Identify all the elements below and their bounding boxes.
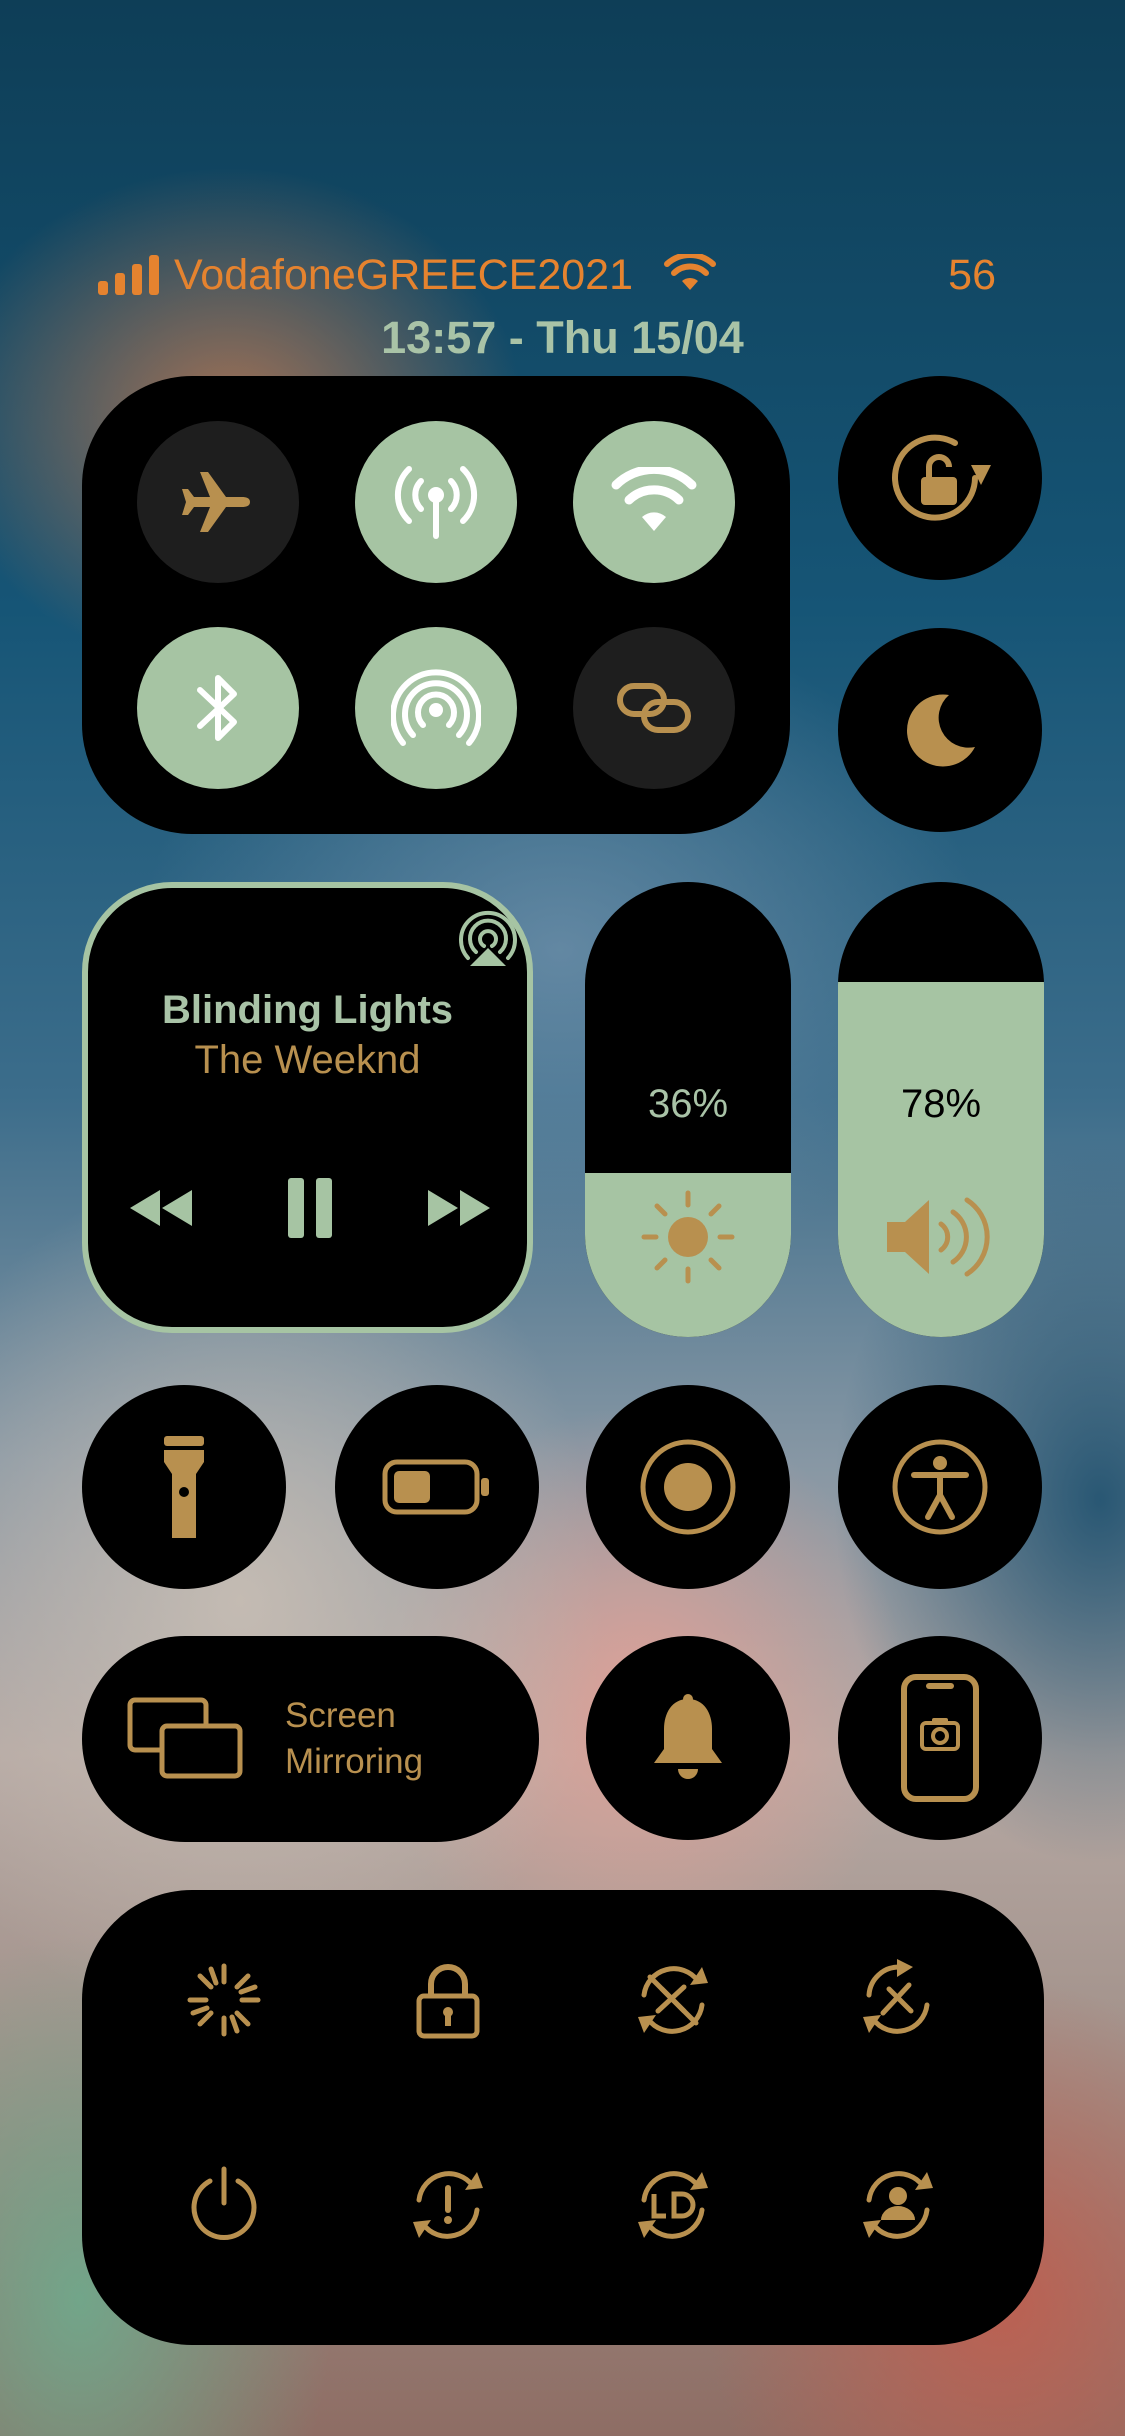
screenshot-button[interactable] bbox=[838, 1636, 1042, 1840]
airplane-mode-toggle[interactable] bbox=[137, 421, 299, 583]
low-power-mode-button[interactable] bbox=[335, 1385, 539, 1589]
flashlight-icon bbox=[154, 1432, 214, 1542]
speaker-icon bbox=[838, 1192, 1044, 1282]
brightness-slider[interactable]: 36% bbox=[585, 882, 791, 1337]
padlock-icon[interactable] bbox=[403, 1955, 493, 2045]
brightness-value: 36% bbox=[647, 1082, 729, 1126]
orientation-lock-button[interactable] bbox=[838, 376, 1042, 580]
power-options-module bbox=[82, 1890, 1044, 2345]
rewind-icon[interactable] bbox=[126, 1188, 196, 1228]
screen-mirroring-icon bbox=[126, 1696, 246, 1782]
pause-icon[interactable] bbox=[286, 1178, 336, 1238]
bluetooth-toggle[interactable] bbox=[137, 627, 299, 789]
link-icon bbox=[614, 678, 694, 738]
ld-refresh-icon[interactable] bbox=[628, 2160, 718, 2250]
alert-refresh-icon[interactable] bbox=[403, 2160, 493, 2250]
wifi-icon bbox=[664, 254, 716, 294]
airdrop-icon bbox=[391, 663, 481, 753]
battery-percentage: 56 bbox=[948, 251, 996, 299]
wifi-toggle[interactable] bbox=[573, 421, 735, 583]
wifi-icon bbox=[611, 467, 697, 537]
rotation-lock-icon bbox=[885, 423, 995, 533]
antenna-icon bbox=[391, 457, 481, 547]
volume-fill bbox=[838, 982, 1044, 1337]
spinner-icon[interactable] bbox=[179, 1955, 269, 2045]
connectivity-module bbox=[82, 376, 790, 834]
tools-refresh-icon[interactable] bbox=[853, 1955, 943, 2045]
airplay-audio-icon[interactable] bbox=[458, 908, 518, 968]
do-not-disturb-button[interactable] bbox=[838, 628, 1042, 832]
fast-forward-icon[interactable] bbox=[424, 1188, 494, 1228]
moon-icon bbox=[895, 685, 985, 775]
volume-value: 78% bbox=[900, 1082, 982, 1126]
battery-icon bbox=[382, 1459, 492, 1515]
flashlight-button[interactable] bbox=[82, 1385, 286, 1589]
carrier-name: VodafoneGREECE2021 bbox=[174, 251, 633, 299]
accessibility-button[interactable] bbox=[838, 1385, 1042, 1589]
track-title: Blinding Lights bbox=[161, 988, 454, 1032]
record-icon bbox=[638, 1437, 738, 1537]
screen-recording-button[interactable] bbox=[586, 1385, 790, 1589]
cellular-data-toggle[interactable] bbox=[355, 421, 517, 583]
airdrop-toggle[interactable] bbox=[355, 627, 517, 789]
phone-camera-icon bbox=[900, 1673, 980, 1803]
accessibility-icon bbox=[890, 1437, 990, 1537]
bell-icon bbox=[648, 1693, 728, 1783]
power-icon[interactable] bbox=[179, 2160, 269, 2250]
no-tools-refresh-icon[interactable] bbox=[628, 1955, 718, 2045]
date-time: 13:57 - Thu 15/04 bbox=[381, 312, 744, 363]
screen-mirroring-label-line1: Screen bbox=[285, 1696, 396, 1735]
signal-bars-icon bbox=[98, 255, 162, 295]
track-artist: The Weeknd bbox=[194, 1038, 421, 1082]
sun-icon bbox=[585, 1187, 791, 1287]
user-refresh-icon[interactable] bbox=[853, 2160, 943, 2250]
screen-mirroring-button[interactable]: Screen Mirroring bbox=[82, 1636, 539, 1842]
screen-mirroring-label-line2: Mirroring bbox=[285, 1742, 424, 1781]
personal-hotspot-toggle[interactable] bbox=[573, 627, 735, 789]
ring-silent-button[interactable] bbox=[586, 1636, 790, 1840]
now-playing-module[interactable]: Blinding Lights The Weeknd bbox=[82, 882, 533, 1333]
volume-slider[interactable]: 78% bbox=[838, 882, 1044, 1337]
bluetooth-icon bbox=[188, 668, 248, 748]
airplane-icon bbox=[178, 462, 258, 542]
